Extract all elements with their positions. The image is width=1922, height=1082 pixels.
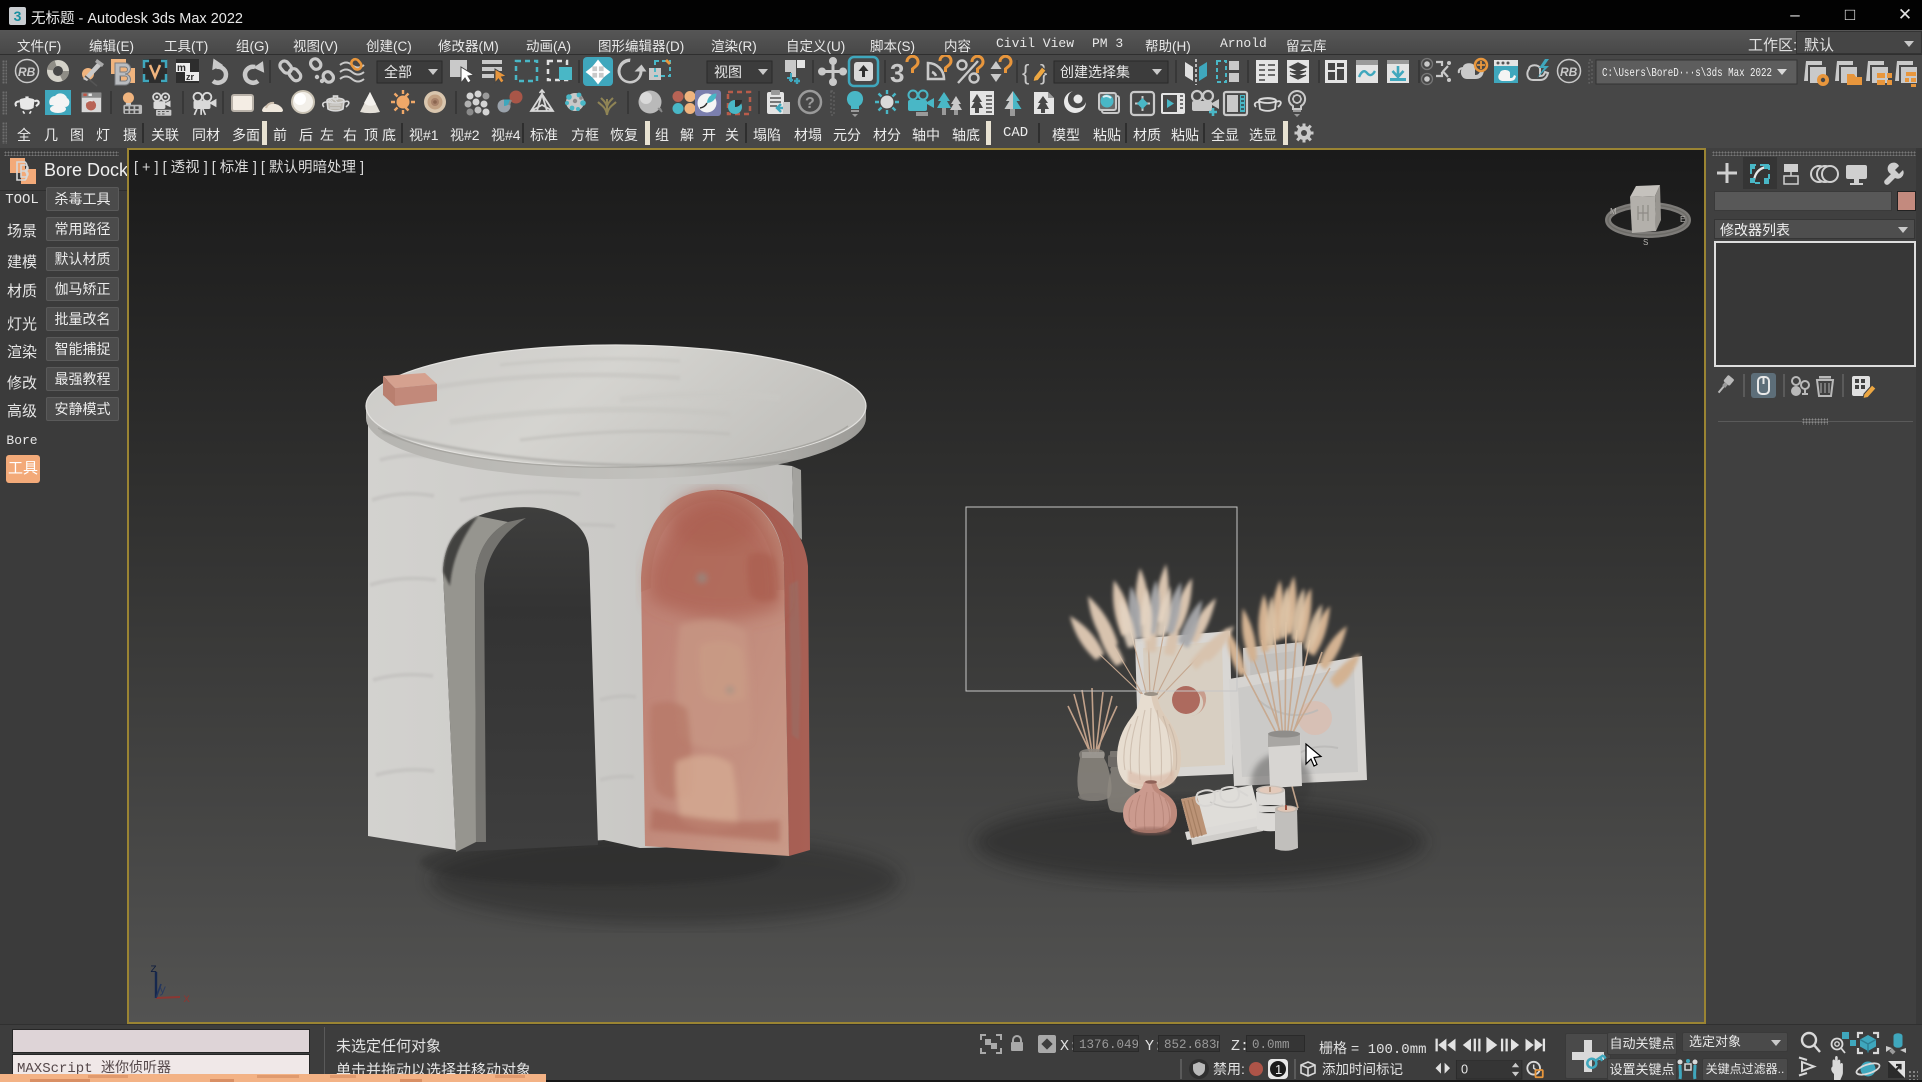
- svg-text:3: 3: [890, 58, 904, 88]
- svg-text:?: ?: [805, 95, 815, 112]
- svg-text:{: {: [1022, 60, 1029, 85]
- svg-text:视图: 视图: [714, 64, 742, 80]
- svg-text:M: M: [1610, 207, 1617, 216]
- svg-text:0: 0: [1461, 1062, 1468, 1077]
- svg-text:zr: zr: [186, 72, 195, 82]
- svg-text:RB: RB: [18, 65, 36, 79]
- svg-text:m: m: [177, 63, 186, 74]
- svg-text:[ + ] [ 透视 ] [ 标准 ] [ 默认明暗处理 ]: [ + ] [ 透视 ] [ 标准 ] [ 默认明暗处理 ]: [134, 159, 364, 176]
- svg-text:禁用:: 禁用:: [1213, 1061, 1245, 1077]
- svg-text:z: z: [150, 962, 157, 976]
- svg-text:创建选择集: 创建选择集: [1060, 64, 1130, 80]
- svg-text:S: S: [1643, 238, 1648, 247]
- svg-text:x: x: [183, 992, 190, 1006]
- svg-text:全部: 全部: [384, 64, 412, 80]
- svg-text:1: 1: [1275, 1062, 1282, 1077]
- svg-text:y: y: [159, 983, 166, 997]
- svg-text:添加时间标记: 添加时间标记: [1322, 1062, 1403, 1077]
- svg-text:C:\Users\BoreD···s\3ds Max 202: C:\Users\BoreD···s\3ds Max 2022: [1602, 66, 1772, 80]
- svg-text:E: E: [1680, 215, 1685, 224]
- svg-text:RB: RB: [1560, 65, 1578, 79]
